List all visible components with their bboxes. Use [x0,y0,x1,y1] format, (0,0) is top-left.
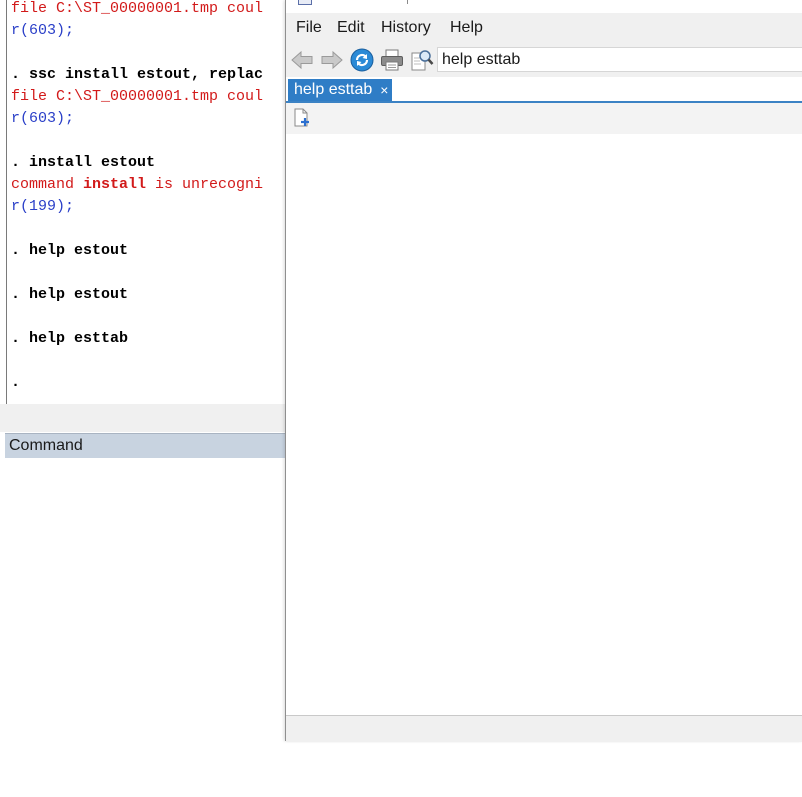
refresh-button[interactable] [349,47,375,73]
unrecognized-keyword: install [83,176,147,193]
menu-file[interactable]: File [296,19,322,37]
results-line-help-esttab: . help esttab [11,330,129,347]
results-line-install-estout: . install estout [11,154,156,171]
viewer-subtoolbar [286,103,802,134]
search-button[interactable] [409,47,435,73]
menu-edit[interactable]: Edit [337,19,365,37]
menu-help[interactable]: Help [450,19,483,37]
viewer-content[interactable] [286,134,802,715]
results-line-unrecognized: command install is unrecogni [11,174,263,196]
viewer-titlebar [286,0,802,12]
results-line-ssc-install: . ssc install estout, replac [11,66,264,83]
unrecognized-prefix: command [11,176,84,193]
results-left-border [6,0,7,404]
print-button[interactable] [379,47,405,73]
titlebar-separator [407,0,408,4]
printer-icon [381,49,403,71]
new-viewer-button[interactable] [291,106,313,130]
command-window-header: Command [5,433,288,458]
results-scroll-area[interactable] [0,404,290,432]
command-window-title: Command [9,437,83,454]
viewer-tabbar: help esttab × [286,77,802,103]
tab-label: help esttab [294,81,373,98]
viewer-toolbar [286,43,802,77]
menu-history[interactable]: History [381,19,431,37]
search-icon [411,50,434,71]
unrecognized-suffix: is unrecogni [146,176,264,193]
viewer-app-icon [298,0,312,5]
tab-close-icon[interactable]: × [380,82,388,98]
results-line-return-code-2: r(603); [11,110,75,127]
results-line-file-error-2: file C:\ST_00000001.tmp coul [11,88,264,105]
results-line-help-estout-1: . help estout [11,242,129,259]
forward-button[interactable] [319,47,345,73]
viewer-command-field[interactable] [437,47,802,72]
viewer-menubar: File Edit History Help [286,13,802,43]
new-page-icon [294,108,309,127]
viewer-statusbar [286,715,802,742]
back-arrow-icon [291,50,313,70]
tab-help-esttab[interactable]: help esttab × [288,79,393,101]
back-button[interactable] [289,47,315,73]
results-line-prompt: . [11,374,21,391]
refresh-icon [350,48,374,72]
results-line-help-estout-2: . help estout [11,286,129,303]
forward-arrow-icon [321,50,343,70]
results-line-return-code-3: r(199); [11,198,75,215]
command-window[interactable]: Command [5,433,288,797]
viewer-window: File Edit History Help help esttab help … [285,0,802,742]
results-line-return-code-1: r(603); [11,22,75,39]
results-line-file-error-1: file C:\ST_00000001.tmp coul [11,0,264,17]
results-window: file C:\ST_00000001.tmp coul r(603); . s… [0,0,290,404]
